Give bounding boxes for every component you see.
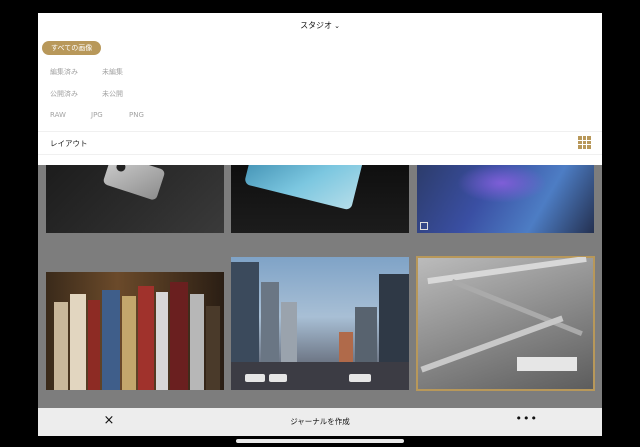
atrium-beam — [451, 278, 583, 337]
building — [281, 302, 297, 362]
book-spine — [102, 290, 120, 390]
layout-row[interactable]: レイアウト — [38, 131, 602, 155]
building — [355, 307, 377, 362]
car — [269, 374, 287, 382]
building — [379, 274, 409, 362]
filter-sheet: スタジオ ⌄ すべての画像 編集済み 未編集 公開済み 未公開 RAW JPG P… — [38, 13, 602, 165]
book-spine — [206, 306, 220, 390]
book-spine — [190, 294, 204, 390]
more-icon[interactable]: ••• — [516, 412, 538, 425]
filter-unpublished[interactable]: 未公開 — [102, 89, 123, 99]
chevron-down-icon: ⌄ — [334, 22, 340, 30]
atrium-table — [517, 357, 577, 371]
book-spine — [156, 292, 168, 390]
filter-edited[interactable]: 編集済み — [50, 67, 78, 77]
photo-city-street[interactable] — [231, 257, 409, 390]
photo-ipad[interactable] — [231, 153, 409, 233]
square-icon — [420, 222, 428, 230]
car — [349, 374, 371, 382]
studio-title-label: スタジオ — [300, 21, 333, 30]
filter-all-images[interactable]: すべての画像 — [42, 41, 102, 55]
filter-raw[interactable]: RAW — [50, 111, 66, 119]
photo-books[interactable] — [46, 272, 224, 390]
bottom-toolbar: × ジャーナルを作成 ••• — [38, 408, 602, 436]
photo-iphone[interactable] — [46, 153, 224, 233]
book-spine — [88, 300, 100, 390]
phone-glow — [457, 163, 547, 203]
photo-atrium[interactable] — [416, 256, 595, 391]
book-spine — [70, 294, 86, 390]
book-spine — [170, 282, 188, 390]
building — [339, 332, 353, 362]
grid-icon[interactable] — [578, 136, 591, 149]
app-screen: スタジオ ⌄ すべての画像 編集済み 未編集 公開済み 未公開 RAW JPG P… — [38, 13, 602, 436]
studio-title[interactable]: スタジオ ⌄ — [38, 20, 602, 31]
filter-unedited[interactable]: 未編集 — [102, 67, 123, 77]
filter-png[interactable]: PNG — [129, 111, 144, 119]
book-spine — [54, 302, 68, 390]
building — [261, 282, 279, 362]
book-spine — [138, 286, 154, 390]
home-indicator[interactable] — [236, 439, 404, 443]
layout-label: レイアウト — [50, 139, 88, 148]
book-spine — [122, 296, 136, 390]
filter-jpg[interactable]: JPG — [91, 111, 103, 119]
car — [245, 374, 265, 382]
building — [231, 262, 259, 362]
filter-published[interactable]: 公開済み — [50, 89, 78, 99]
photo-phone-blue[interactable] — [417, 153, 594, 233]
